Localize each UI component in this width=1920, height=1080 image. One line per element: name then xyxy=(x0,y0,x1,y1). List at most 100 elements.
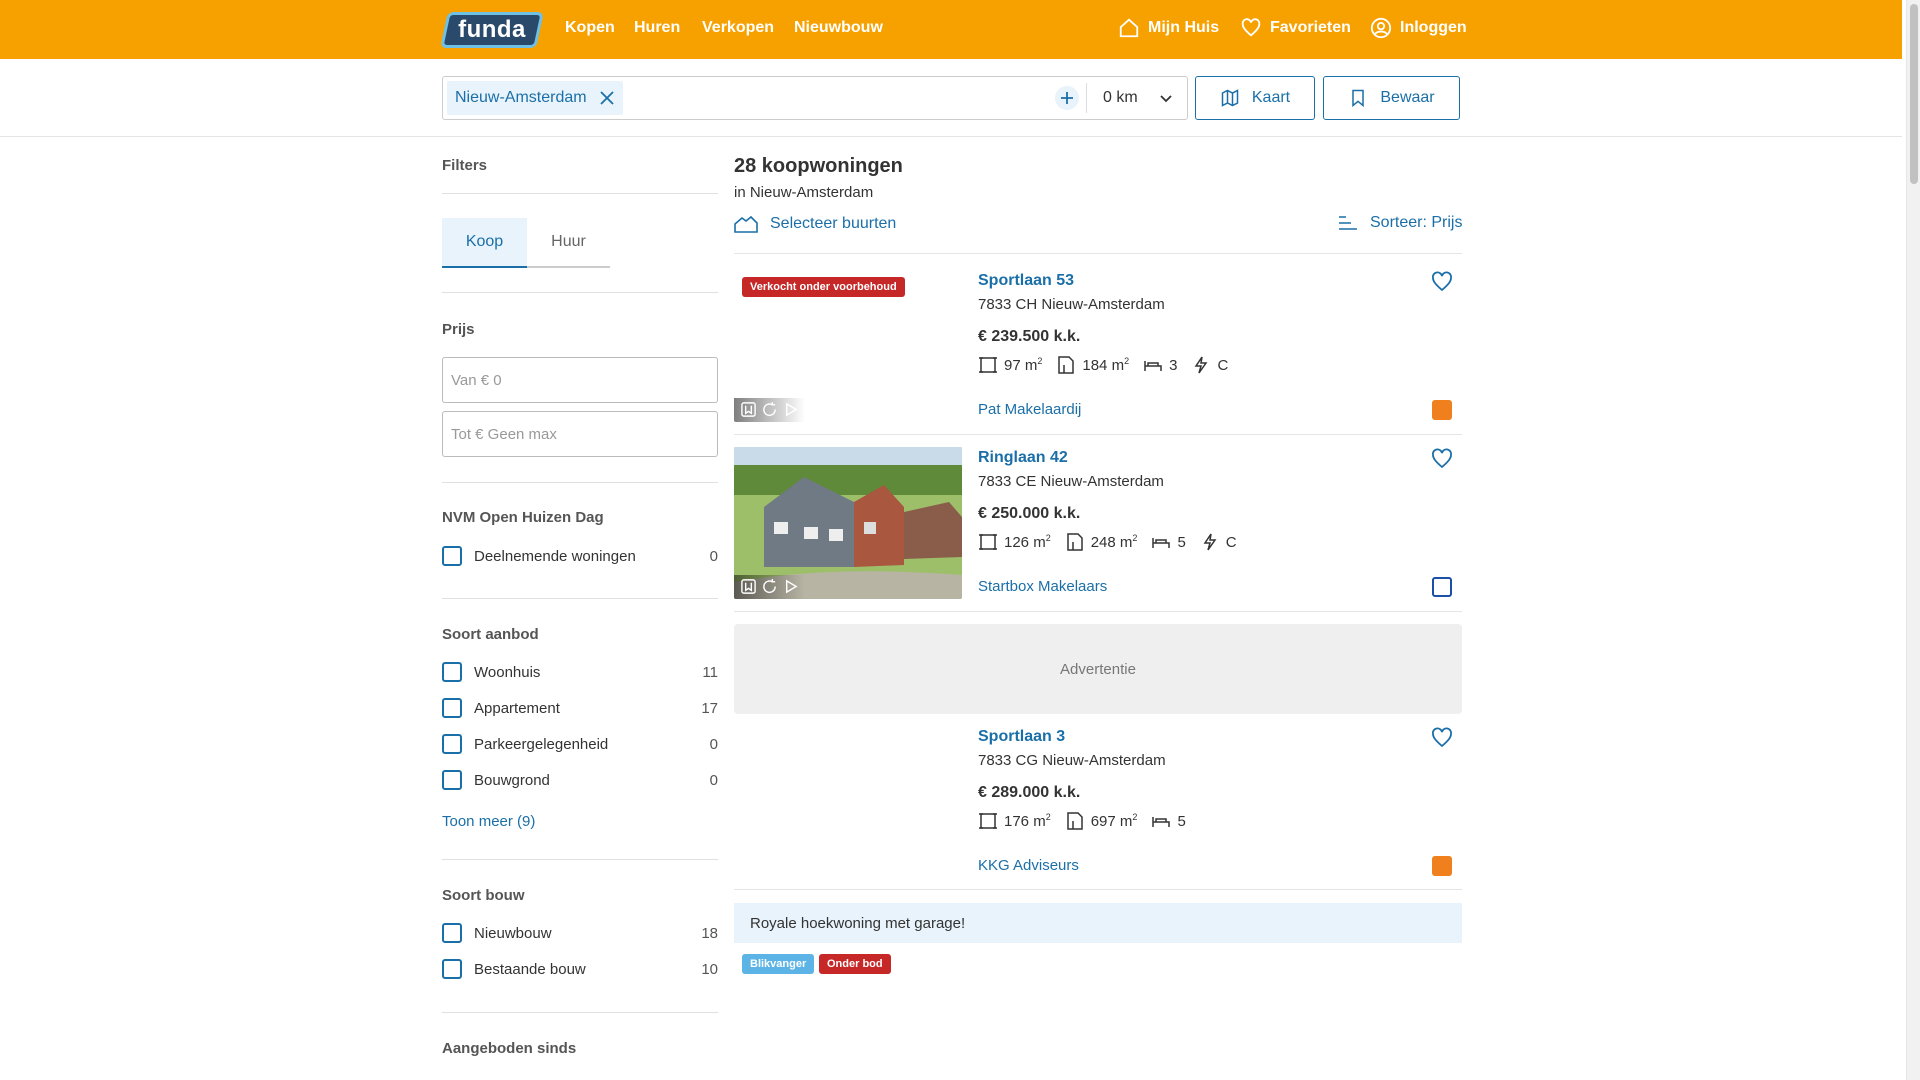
bewaar-label: Bewaar xyxy=(1380,89,1435,106)
add-location-button[interactable] xyxy=(1055,86,1079,110)
photo-actions xyxy=(734,575,805,599)
location-search-box[interactable]: Nieuw-Amsterdam 0 km xyxy=(442,76,1188,120)
agent-link[interactable]: Startbox Makelaars xyxy=(978,578,1107,595)
filter-nieuwbouw[interactable]: Nieuwbouw 18 xyxy=(442,922,718,944)
bed-icon xyxy=(1144,361,1162,371)
kaart-button[interactable]: Kaart xyxy=(1195,76,1315,120)
listing-postal: 7833 CG Nieuw-Amsterdam xyxy=(978,752,1166,769)
filter-count: 11 xyxy=(702,663,718,681)
agent-link[interactable]: KKG Adviseurs xyxy=(978,857,1079,874)
filters-heading: Filters xyxy=(442,157,488,174)
bedrooms: 5 xyxy=(1151,811,1186,831)
play-icon[interactable] xyxy=(782,578,799,595)
energy-label: C xyxy=(1191,355,1228,375)
checkbox[interactable] xyxy=(442,923,462,943)
nav-kopen[interactable]: Kopen xyxy=(565,19,615,37)
heart-icon xyxy=(1241,18,1261,37)
bedrooms-value: 5 xyxy=(1177,533,1186,551)
selecteer-buurten-link[interactable]: Selecteer buurten xyxy=(734,214,896,234)
tab-koop[interactable]: Koop xyxy=(442,218,527,268)
inloggen-link[interactable]: Inloggen xyxy=(1370,17,1467,39)
filter-count: 0 xyxy=(709,735,718,753)
listing-address[interactable]: Sportlaan 3 xyxy=(978,728,1065,746)
sort-dropdown[interactable]: Sorteer: Prijs xyxy=(1338,214,1462,232)
bookmark-icon[interactable] xyxy=(740,401,757,418)
divider xyxy=(734,434,1462,435)
plot-area-icon xyxy=(1066,533,1083,551)
bewaar-button[interactable]: Bewaar xyxy=(1323,76,1460,120)
advertisement-slot: Advertentie xyxy=(734,624,1462,714)
toon-meer-link[interactable]: Toon meer (9) xyxy=(442,813,535,830)
filter-parkeergelegenheid[interactable]: Parkeergelegenheid 0 xyxy=(442,733,718,755)
radius-select-value[interactable]: 0 km xyxy=(1103,89,1138,107)
promo-banner[interactable]: Royale hoekwoning met garage! xyxy=(734,903,1462,943)
filter-bestaande-bouw[interactable]: Bestaande bouw 10 xyxy=(442,958,718,980)
checkbox[interactable] xyxy=(442,546,462,566)
plot-area-icon xyxy=(1066,812,1083,830)
divider xyxy=(442,859,718,860)
bedrooms: 5 xyxy=(1151,532,1186,552)
favorite-heart-icon[interactable] xyxy=(1430,447,1454,471)
checkbox[interactable] xyxy=(442,698,462,718)
price-from-input[interactable] xyxy=(442,357,718,403)
house-icon xyxy=(1119,18,1139,38)
close-icon[interactable] xyxy=(599,90,615,106)
open-huizen-heading: NVM Open Huizen Dag xyxy=(442,509,604,526)
blikvanger-badge: Blikvanger xyxy=(742,954,815,974)
energy-label-value: C xyxy=(1225,533,1237,551)
bookmark-icon[interactable] xyxy=(740,578,757,595)
filter-deelnemende-woningen[interactable]: Deelnemende woningen 0 xyxy=(442,545,718,567)
kaart-label: Kaart xyxy=(1251,89,1291,106)
nav-nieuwbouw[interactable]: Nieuwbouw xyxy=(794,19,883,37)
filter-label: Parkeergelegenheid xyxy=(474,735,609,753)
checkbox[interactable] xyxy=(442,770,462,790)
listing-specs: 97 m2 184 m2 3 C xyxy=(978,355,1228,375)
energy-label: C xyxy=(1200,532,1237,552)
checkbox[interactable] xyxy=(442,959,462,979)
checkbox[interactable] xyxy=(442,662,462,682)
listing-postal: 7833 CE Nieuw-Amsterdam xyxy=(978,473,1164,490)
scrollbar[interactable] xyxy=(1906,0,1920,1080)
filter-label: Bouwgrond xyxy=(474,771,550,789)
bedrooms: 3 xyxy=(1143,355,1177,375)
play-icon[interactable] xyxy=(782,401,799,418)
funda-logo[interactable]: funda xyxy=(440,12,544,48)
listing-photo[interactable] xyxy=(734,447,962,599)
listing-address[interactable]: Ringlaan 42 xyxy=(978,449,1068,467)
divider xyxy=(442,1012,718,1013)
checkbox[interactable] xyxy=(442,734,462,754)
bedrooms-value: 3 xyxy=(1169,356,1178,374)
chevron-down-icon[interactable] xyxy=(1158,90,1174,106)
bed-icon xyxy=(1152,817,1171,827)
price-to-input[interactable] xyxy=(442,411,718,457)
tab-huur[interactable]: Huur xyxy=(527,218,610,266)
location-chip[interactable]: Nieuw-Amsterdam xyxy=(447,81,623,115)
rotate-360-icon[interactable] xyxy=(761,401,778,418)
onder-bod-badge: Onder bod xyxy=(819,954,891,974)
favorite-heart-icon[interactable] xyxy=(1430,270,1454,294)
mijn-huis-link[interactable]: Mijn Huis xyxy=(1118,17,1219,39)
map-icon xyxy=(1221,89,1239,107)
divider xyxy=(734,611,1462,612)
plot-area: 697 m2 xyxy=(1065,811,1137,831)
scrollbar-thumb[interactable] xyxy=(1910,4,1918,184)
rotate-360-icon[interactable] xyxy=(761,578,778,595)
agent-link[interactable]: Pat Makelaardij xyxy=(978,401,1081,418)
plot-area-value: 184 m2 xyxy=(1082,356,1130,374)
nav-huren[interactable]: Huren xyxy=(634,19,680,37)
living-area: 176 m2 xyxy=(978,811,1051,831)
status-badge: Verkocht onder voorbehoud xyxy=(742,277,905,297)
agent-logo-icon xyxy=(1432,856,1452,876)
filter-woonhuis[interactable]: Woonhuis 11 xyxy=(442,661,718,683)
living-area-icon xyxy=(979,534,997,550)
neighborhood-icon xyxy=(734,215,758,233)
divider xyxy=(442,598,718,599)
favorieten-link[interactable]: Favorieten xyxy=(1240,17,1351,39)
nav-verkopen[interactable]: Verkopen xyxy=(702,19,774,37)
filter-appartement[interactable]: Appartement 17 xyxy=(442,697,718,719)
inloggen-label: Inloggen xyxy=(1400,19,1467,36)
favorite-heart-icon[interactable] xyxy=(1430,726,1454,750)
listing-address[interactable]: Sportlaan 53 xyxy=(978,272,1074,290)
filter-bouwgrond[interactable]: Bouwgrond 0 xyxy=(442,769,718,791)
filter-label: Appartement xyxy=(474,699,560,717)
